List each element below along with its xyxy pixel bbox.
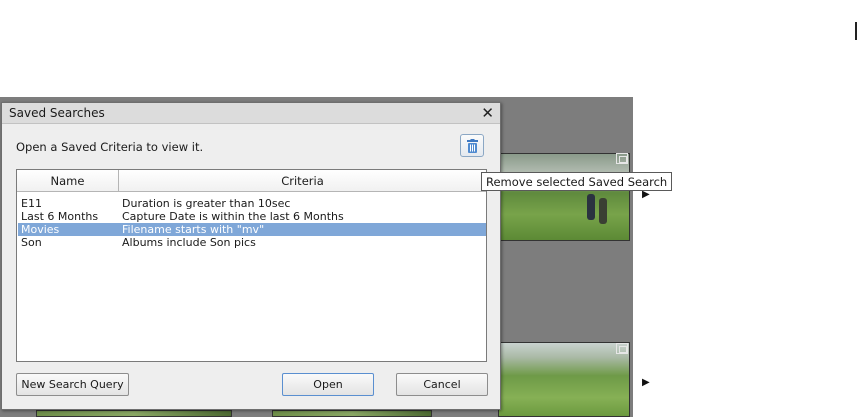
list-item[interactable]: Last 6 Months Capture Date is within the… xyxy=(18,210,486,223)
media-thumbnail[interactable] xyxy=(498,342,630,417)
saved-searches-list[interactable]: Name Criteria E11 Duration is greater th… xyxy=(16,169,487,362)
row-name: Last 6 Months xyxy=(21,210,99,223)
tooltip: Remove selected Saved Search xyxy=(481,172,673,191)
list-item[interactable]: E11 Duration is greater than 10sec xyxy=(18,197,486,210)
cancel-button[interactable]: Cancel xyxy=(396,373,488,396)
row-criteria: Capture Date is within the last 6 Months xyxy=(122,210,344,223)
column-header-criteria[interactable]: Criteria xyxy=(119,170,486,192)
close-icon[interactable]: ✕ xyxy=(481,104,494,122)
window-edge-mark xyxy=(855,22,857,40)
row-name: Son xyxy=(21,236,42,249)
trash-icon xyxy=(467,139,478,153)
row-name: Movies xyxy=(21,223,60,236)
row-name: E11 xyxy=(21,197,42,210)
play-arrow-icon[interactable]: ▶ xyxy=(642,377,650,388)
row-criteria: Albums include Son pics xyxy=(122,236,256,249)
dialog-titlebar[interactable]: Saved Searches ✕ xyxy=(2,103,500,124)
figure xyxy=(599,198,607,224)
filmstrip-icon xyxy=(616,343,628,354)
saved-searches-dialog: Saved Searches ✕ Open a Saved Criteria t… xyxy=(1,102,501,410)
filmstrip-icon xyxy=(616,153,628,164)
dialog-title: Saved Searches xyxy=(9,106,105,120)
list-item[interactable]: Son Albums include Son pics xyxy=(18,236,486,249)
media-thumbnail[interactable] xyxy=(498,153,630,241)
new-search-query-button[interactable]: New Search Query xyxy=(16,373,129,396)
delete-saved-search-button[interactable] xyxy=(460,134,484,157)
column-header-name[interactable]: Name xyxy=(17,170,119,192)
media-thumbnail-strip[interactable] xyxy=(272,410,432,417)
figure xyxy=(587,194,595,220)
instruction-text: Open a Saved Criteria to view it. xyxy=(16,140,204,154)
media-thumbnail-strip[interactable] xyxy=(36,410,232,417)
row-criteria: Filename starts with "mv" xyxy=(122,223,265,236)
open-button[interactable]: Open xyxy=(282,373,374,396)
list-item-selected[interactable]: Movies Filename starts with "mv" xyxy=(18,223,486,236)
list-header: Name Criteria xyxy=(17,170,486,192)
row-criteria: Duration is greater than 10sec xyxy=(122,197,291,210)
